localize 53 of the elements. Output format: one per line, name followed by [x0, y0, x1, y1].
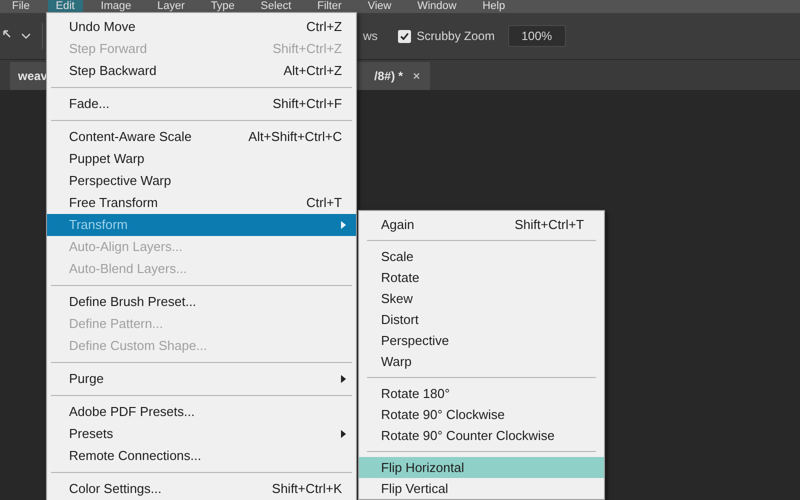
menu-item[interactable]: Distort	[359, 309, 604, 330]
shortcut-text: Ctrl+T	[306, 194, 342, 212]
tab-title: /8#) *	[374, 68, 403, 85]
menu-item[interactable]: Rotate	[359, 267, 604, 288]
menu-bar-item[interactable]: Select	[252, 0, 300, 13]
menu-item[interactable]: Flip Horizontal	[359, 457, 604, 478]
menu-item[interactable]: Perspective Warp	[47, 170, 356, 192]
scrubby-zoom-checkbox[interactable]	[398, 30, 411, 42]
menu-item[interactable]: Rotate 180°	[359, 383, 604, 404]
shortcut-text: Shift+Ctrl+K	[272, 480, 342, 498]
menu-item[interactable]: Flip Vertical	[359, 478, 604, 499]
menu-item[interactable]: Scale	[359, 246, 604, 267]
menu-item[interactable]: Presets	[47, 423, 356, 445]
menu-item[interactable]: Adobe PDF Presets...	[47, 401, 356, 423]
shortcut-text: Alt+Ctrl+Z	[283, 62, 342, 80]
submenu-arrow-icon	[341, 375, 346, 383]
zoom-field[interactable]: 100%	[508, 25, 566, 47]
shortcut-text: Alt+Shift+Ctrl+C	[248, 128, 342, 146]
shortcut-text: Shift+Ctrl+T	[514, 216, 584, 234]
option-label: ws	[363, 28, 378, 45]
menu-bar-item[interactable]: Type	[202, 0, 243, 13]
close-icon[interactable]: ×	[412, 67, 420, 85]
checkbox-label: Scrubby Zoom	[416, 28, 495, 45]
shortcut-text: Ctrl+Z	[306, 18, 342, 36]
menu-item[interactable]: Free Transform Ctrl+T	[47, 192, 356, 214]
tab-title: weav	[18, 68, 48, 85]
menu-bar-item[interactable]: File	[4, 0, 38, 13]
menu-item[interactable]: Puppet Warp	[47, 148, 356, 170]
menu-item[interactable]: Fade... Shift+Ctrl+F	[47, 93, 356, 115]
menu-bar-item[interactable]: Filter	[309, 0, 350, 13]
menu-bar-item[interactable]: Layer	[149, 0, 193, 13]
menu-item[interactable]: Define Brush Preset...	[47, 291, 356, 313]
menu-bar-item[interactable]: View	[360, 0, 400, 13]
menu-item[interactable]: Content-Aware Scale Alt+Shift+Ctrl+C	[47, 126, 356, 148]
menu-bar-item[interactable]: Image	[92, 0, 140, 13]
menu-item[interactable]: Undo Move Ctrl+Z	[47, 16, 356, 38]
menu-bar-item[interactable]: Help	[474, 0, 514, 13]
menu-item[interactable]: Rotate 90° Counter Clockwise	[359, 425, 604, 446]
menu-item[interactable]: Step Backward Alt+Ctrl+Z	[47, 60, 356, 82]
submenu-arrow-icon	[341, 430, 346, 438]
submenu-arrow-icon	[341, 221, 346, 229]
menu-item[interactable]: Skew	[359, 288, 604, 309]
menu-item[interactable]: Purge	[47, 368, 356, 390]
shortcut-text: Shift+Ctrl+Z	[272, 40, 342, 58]
menu-item[interactable]: Warp	[359, 351, 604, 372]
menu-item[interactable]: Color Settings... Shift+Ctrl+K	[47, 478, 356, 500]
shortcut-text: Shift+Ctrl+F	[272, 95, 342, 114]
menu-bar-item[interactable]: Edit	[48, 0, 83, 13]
menu-item[interactable]: Remote Connections...	[47, 445, 356, 467]
menu-item[interactable]: Perspective	[359, 330, 604, 351]
menu-item[interactable]: Rotate 90° Clockwise	[359, 404, 604, 425]
menu-bar-item[interactable]: Window	[409, 0, 464, 13]
menu-item[interactable]: Again Shift+Ctrl+T	[359, 214, 604, 235]
